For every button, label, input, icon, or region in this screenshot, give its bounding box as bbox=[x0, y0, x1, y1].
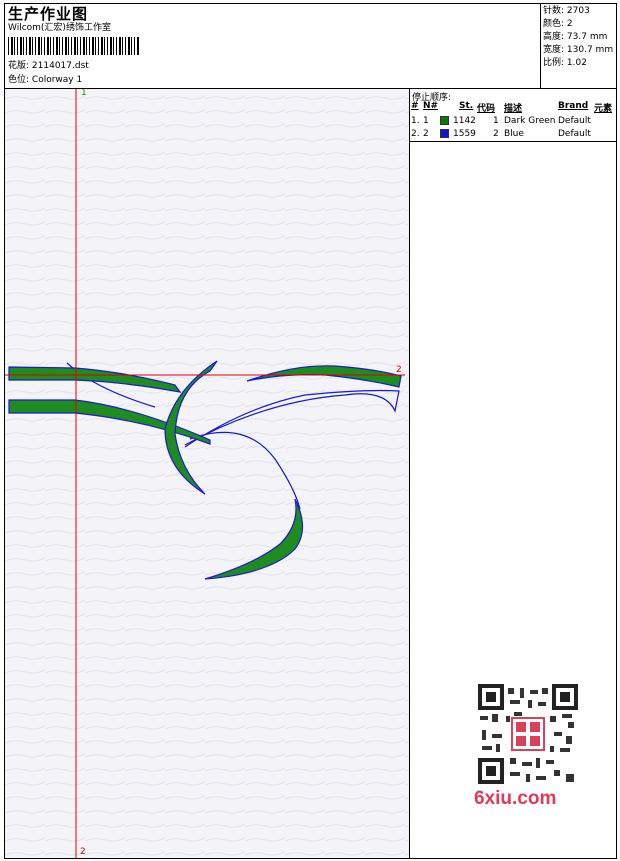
col-header-description: 描述 bbox=[504, 104, 523, 114]
col-header-index: # bbox=[411, 101, 419, 111]
width-row: 宽度: 130.7 mm bbox=[543, 45, 614, 55]
site-logo: 6xiu.com bbox=[474, 788, 557, 809]
design-value: 2114017.dst bbox=[31, 61, 89, 71]
page-title: 生产作业图 bbox=[8, 5, 89, 23]
qr-code-graphic: 双鱼图标 bbox=[478, 684, 578, 784]
colorway-value: Colorway 1 bbox=[31, 75, 83, 85]
row-code: 2 bbox=[493, 129, 499, 139]
col-header-brand: Brand bbox=[558, 101, 589, 111]
design-canvas: 1 2 2 bbox=[5, 89, 409, 858]
row-description: Dark Green bbox=[504, 116, 556, 126]
embroidery-preview bbox=[5, 89, 409, 858]
row-brand: Default bbox=[558, 116, 591, 126]
row-index: 2. bbox=[411, 129, 420, 139]
row-brand: Default bbox=[558, 129, 591, 139]
barcode bbox=[8, 37, 140, 55]
stats-panel: 针数: 2703 颜色: 2 高度: 73.7 mm 宽度: 130.7 mm … bbox=[543, 5, 613, 70]
stitches-row: 针数: 2703 bbox=[543, 6, 590, 16]
qr-code-icon: 双鱼图标 bbox=[470, 680, 585, 790]
row-description: Blue bbox=[504, 129, 524, 139]
row-index: 1. bbox=[411, 116, 420, 126]
colorway-info: 色位: Colorway 1 bbox=[8, 75, 82, 86]
row-needle: 2 bbox=[423, 129, 429, 139]
company-name: Wilcom(汇宏)绣饰工作室 bbox=[8, 23, 111, 33]
row-stitches: 1559 bbox=[453, 129, 476, 139]
colorway-label: 色位: bbox=[8, 75, 30, 85]
design-info: 花版: 2114017.dst bbox=[8, 61, 89, 72]
vertical-guide-bottom-label: 2 bbox=[80, 847, 86, 857]
row-code: 1 bbox=[493, 116, 499, 126]
row-needle: 1 bbox=[423, 116, 429, 126]
col-header-code: 代码 bbox=[477, 104, 496, 114]
row-stitches: 1142 bbox=[453, 116, 476, 126]
table-bottom-divider bbox=[410, 141, 616, 142]
col-header-element: 元素 bbox=[594, 104, 613, 114]
design-label: 花版: bbox=[8, 61, 30, 71]
stats-divider bbox=[540, 3, 541, 89]
col-header-stitches: St. bbox=[459, 101, 474, 111]
vertical-guide-top-label: 1 bbox=[81, 89, 87, 98]
colors-row: 颜色: 2 bbox=[543, 19, 573, 29]
fabric-texture bbox=[5, 89, 409, 858]
color-swatch bbox=[440, 116, 449, 125]
height-row: 高度: 73.7 mm bbox=[543, 32, 608, 42]
col-header-n: N# bbox=[423, 101, 439, 111]
color-swatch bbox=[440, 129, 449, 138]
scale-row: 比例: 1.02 bbox=[543, 58, 587, 68]
horizontal-guide-right-label: 2 bbox=[396, 365, 402, 375]
